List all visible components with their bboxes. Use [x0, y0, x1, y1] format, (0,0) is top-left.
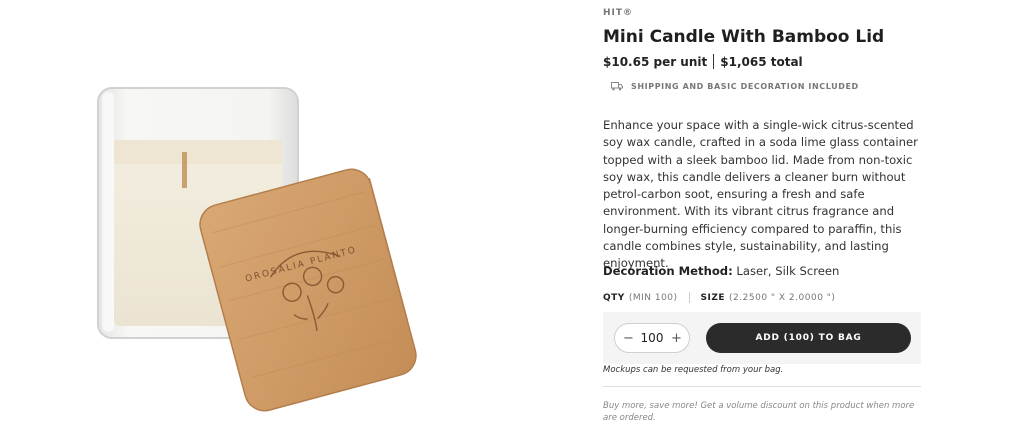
- product-description: Enhance your space with a single-wick ci…: [603, 118, 918, 271]
- quantity-stepper[interactable]: − 100 +: [614, 323, 690, 353]
- brand-label: HIT®: [603, 8, 634, 18]
- add-to-bag-button[interactable]: ADD (100) TO BAG: [706, 323, 911, 353]
- add-to-bag-panel: − 100 + ADD (100) TO BAG: [603, 312, 921, 364]
- qty-label: QTY: [603, 292, 625, 303]
- volume-discount-note: Buy more, save more! Get a volume discou…: [603, 401, 915, 423]
- mockup-note: Mockups can be requested from your bag.: [603, 365, 784, 375]
- qty-min: (MIN 100): [628, 292, 678, 303]
- price-per-unit: $10.65 per unit: [603, 54, 708, 69]
- shipping-note: SHIPPING AND BASIC DECORATION INCLUDED: [611, 82, 859, 91]
- size-value: (2.2500 " X 2.0000 "): [729, 292, 836, 303]
- options-row: QTY (MIN 100) SIZE (2.2500 " X 2.0000 "): [603, 292, 835, 303]
- decoration-label: Decoration Method:: [603, 264, 733, 278]
- price-row: $10.65 per unit $1,065 total: [603, 54, 803, 69]
- decrement-button[interactable]: −: [623, 331, 634, 346]
- increment-button[interactable]: +: [671, 331, 682, 346]
- size-label: SIZE: [700, 292, 726, 303]
- options-divider: [688, 292, 690, 303]
- divider-line: [603, 386, 921, 387]
- price-total: $1,065 total: [720, 54, 803, 69]
- price-divider: [713, 54, 715, 69]
- decoration-value: Laser, Silk Screen: [736, 264, 840, 278]
- truck-icon: [611, 82, 623, 91]
- decoration-method: Decoration Method: Laser, Silk Screen: [603, 264, 839, 278]
- shipping-note-text: SHIPPING AND BASIC DECORATION INCLUDED: [631, 82, 859, 91]
- product-title: Mini Candle With Bamboo Lid: [603, 27, 885, 47]
- product-image-area: OROSALIA PLANTO: [0, 0, 560, 426]
- product-image: OROSALIA PLANTO: [97, 87, 417, 412]
- quantity-value[interactable]: 100: [641, 331, 664, 345]
